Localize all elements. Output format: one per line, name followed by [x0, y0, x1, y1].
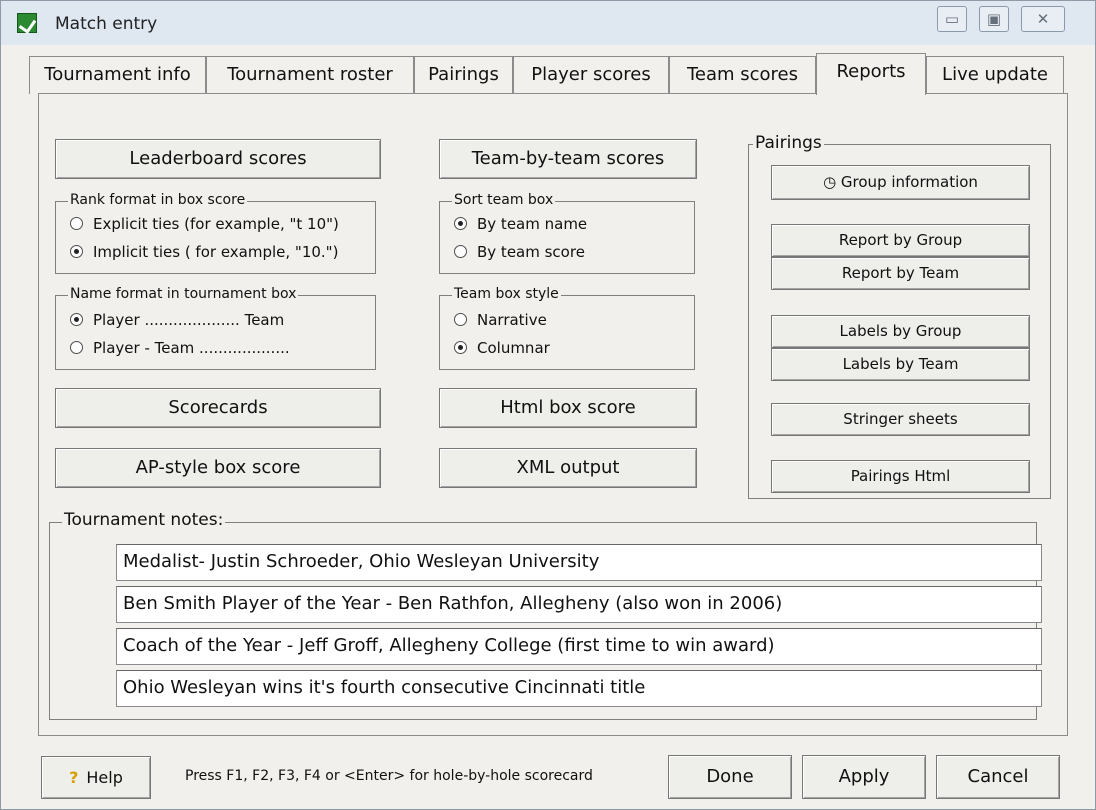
radio-icon[interactable]: [70, 217, 83, 230]
radio-selected-icon[interactable]: [70, 245, 83, 258]
team-box-style-legend: Team box style: [452, 286, 561, 302]
radio-selected-icon[interactable]: [454, 341, 467, 354]
radio-icon[interactable]: [70, 341, 83, 354]
by-team-score-radio[interactable]: By team score: [454, 243, 585, 261]
rank-format-legend: Rank format in box score: [68, 192, 248, 208]
report-by-team-button[interactable]: Report by Team: [771, 257, 1030, 290]
minimize-icon[interactable]: ▭: [937, 6, 967, 32]
tab-live-update[interactable]: Live update: [926, 56, 1064, 94]
note-field-1[interactable]: Medalist- Justin Schroeder, Ohio Wesleya…: [116, 544, 1042, 581]
window-title: Match entry: [55, 14, 158, 34]
tab-tournament-info[interactable]: Tournament info: [29, 56, 206, 94]
close-icon[interactable]: ✕: [1021, 6, 1065, 32]
tab-player-scores[interactable]: Player scores: [513, 56, 669, 94]
tab-reports[interactable]: Reports: [816, 53, 926, 95]
hole-by-hole-hint: Press F1, F2, F3, F4 or <Enter> for hole…: [185, 768, 593, 784]
title-bar[interactable]: Match entry ▭ ▣ ✕: [1, 1, 1095, 45]
team-by-team-scores-button[interactable]: Team-by-team scores: [439, 139, 697, 179]
player-dash-team-radio[interactable]: Player - Team ...................: [70, 339, 290, 357]
by-team-name-radio[interactable]: By team name: [454, 215, 587, 233]
note-field-2[interactable]: Ben Smith Player of the Year - Ben Rathf…: [116, 586, 1042, 623]
cancel-button[interactable]: Cancel: [936, 755, 1060, 799]
labels-by-team-button[interactable]: Labels by Team: [771, 348, 1030, 381]
columnar-radio[interactable]: Columnar: [454, 339, 550, 357]
question-icon: ?: [69, 768, 79, 787]
app-icon: [17, 13, 37, 33]
explicit-ties-radio[interactable]: Explicit ties (for example, "t 10"): [70, 215, 339, 233]
leaderboard-scores-button[interactable]: Leaderboard scores: [55, 139, 381, 179]
radio-selected-icon[interactable]: [454, 217, 467, 230]
name-format-legend: Name format in tournament box: [68, 286, 299, 302]
footer-bar: ? Help Press F1, F2, F3, F4 or <Enter> fo…: [1, 744, 1095, 810]
report-by-group-button[interactable]: Report by Group: [771, 224, 1030, 257]
tab-tournament-roster[interactable]: Tournament roster: [206, 56, 414, 94]
player-team-radio[interactable]: Player .................... Team: [70, 311, 284, 329]
pairings-group: Pairings ◷ Group information Report by G…: [748, 133, 1051, 499]
radio-selected-icon[interactable]: [70, 313, 83, 326]
ap-style-box-score-button[interactable]: AP-style box score: [55, 448, 381, 488]
radio-icon[interactable]: [454, 313, 467, 326]
sort-team-box-group: Sort team box By team name By team score: [439, 192, 695, 274]
scorecards-button[interactable]: Scorecards: [55, 388, 381, 428]
apply-button[interactable]: Apply: [802, 755, 926, 799]
group-information-button[interactable]: ◷ Group information: [771, 165, 1030, 200]
pairings-html-button[interactable]: Pairings Html: [771, 460, 1030, 493]
pairings-legend: Pairings: [753, 133, 824, 153]
narrative-radio[interactable]: Narrative: [454, 311, 547, 329]
team-box-style-group: Team box style Narrative Columnar: [439, 286, 695, 370]
labels-by-group-button[interactable]: Labels by Group: [771, 315, 1030, 348]
stringer-sheets-button[interactable]: Stringer sheets: [771, 403, 1030, 436]
clock-icon: ◷: [823, 173, 841, 191]
tab-pairings[interactable]: Pairings: [414, 56, 513, 94]
implicit-ties-radio[interactable]: Implicit ties ( for example, "10."): [70, 243, 338, 261]
match-entry-window: Match entry ▭ ▣ ✕ Tournament info Tourna…: [0, 0, 1096, 810]
note-field-4[interactable]: Ohio Wesleyan wins it's fourth consecuti…: [116, 670, 1042, 707]
radio-icon[interactable]: [454, 245, 467, 258]
xml-output-button[interactable]: XML output: [439, 448, 697, 488]
tab-team-scores[interactable]: Team scores: [669, 56, 816, 94]
reports-panel: Leaderboard scores Team-by-team scores R…: [38, 93, 1068, 736]
rank-format-group: Rank format in box score Explicit ties (…: [55, 192, 376, 274]
html-box-score-button[interactable]: Html box score: [439, 388, 697, 428]
tournament-notes-legend: Tournament notes:: [62, 510, 226, 530]
name-format-group: Name format in tournament box Player ...…: [55, 286, 376, 370]
help-button[interactable]: ? Help: [41, 756, 151, 799]
note-field-3[interactable]: Coach of the Year - Jeff Groff, Alleghen…: [116, 628, 1042, 665]
done-button[interactable]: Done: [668, 755, 792, 799]
sort-team-box-legend: Sort team box: [452, 192, 556, 208]
maximize-icon[interactable]: ▣: [979, 6, 1009, 32]
